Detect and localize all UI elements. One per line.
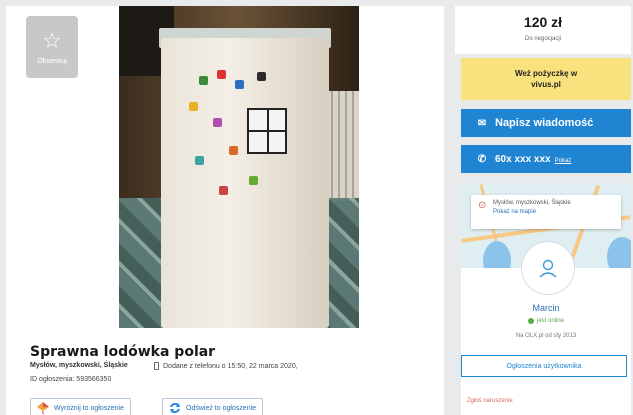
report-link[interactable]: Zgłoś naruszenie <box>467 398 513 404</box>
refresh-button[interactable]: Odśwież to ogłoszenie <box>162 398 264 415</box>
favorite-label: Obserwuj <box>37 57 67 65</box>
send-message-button[interactable]: ✉ Napisz wiadomość <box>461 109 631 137</box>
price-card: 120 zł Do negocjacji <box>455 6 631 54</box>
online-dot-icon <box>527 318 534 324</box>
loan-banner[interactable]: Weź pożyczkę w vivus.pl <box>461 58 631 100</box>
photo-magnet <box>195 156 204 165</box>
loan-line1: Weź pożyczkę w <box>514 69 578 78</box>
refresh-icon <box>170 403 180 413</box>
map-location-text: Mysłów, myszkowski, Śląskie <box>493 200 571 206</box>
phone-masked: 60x xxx xxx <box>495 153 551 165</box>
promote-label: Wyróżnij to ogłoszenie <box>54 404 124 412</box>
seller-status-text: jest online <box>536 318 565 324</box>
phone-icon: ✆ <box>477 153 487 165</box>
location-pin-icon: ⊙ <box>478 200 487 211</box>
seller-online-status: jest online <box>461 318 631 324</box>
listing-photo[interactable] <box>119 6 359 328</box>
seller-name[interactable]: Marcin <box>461 303 631 313</box>
kite-icon <box>37 402 49 414</box>
listing-added-text: Dodane z telefonu o 15:50, 22 marca 2020… <box>163 362 298 370</box>
photo-magnet <box>249 176 258 185</box>
photo-magnet <box>229 146 238 155</box>
page: ☆ Obserwuj Sprawna lodówka polar Mysłów,… <box>0 0 633 415</box>
listing-location: Mysłów, myszkowski, Śląskie <box>30 362 128 369</box>
photo-magnet <box>257 72 266 81</box>
envelope-icon: ✉ <box>477 117 487 129</box>
map-water <box>483 241 511 268</box>
listing-card: ☆ Obserwuj Sprawna lodówka polar Mysłów,… <box>6 6 444 415</box>
seller-card: ⊙ Mysłów, myszkowski, Śląskie Pokaż na m… <box>461 183 631 415</box>
refresh-label: Odśwież to ogłoszenie <box>186 404 257 412</box>
listing-added: Dodane z telefonu o 15:50, 22 marca 2020… <box>154 362 298 370</box>
loan-line2: vivus.pl <box>531 80 561 89</box>
photo-magnet <box>189 102 198 111</box>
photo-magnet <box>217 70 226 79</box>
seller-since: Na OLX.pl od sty 2013 <box>515 333 577 339</box>
mobile-phone-icon <box>154 362 159 370</box>
listing-id: ID ogłoszenia: 593566350 <box>30 376 112 383</box>
show-on-map-link[interactable]: Pokaż na mapie <box>493 208 617 217</box>
map-water <box>607 237 631 268</box>
star-icon: ☆ <box>42 27 62 53</box>
photo-magnet-grid <box>247 108 287 154</box>
price-amount: 120 zł <box>523 14 563 30</box>
photo-fridge <box>161 38 329 328</box>
listing-title: Sprawna lodówka polar <box>30 344 216 360</box>
favorite-button[interactable]: ☆ Obserwuj <box>26 16 78 78</box>
avatar[interactable] <box>521 241 575 295</box>
photo-magnet <box>213 118 222 127</box>
user-ads-button[interactable]: Ogłoszenia użytkownika <box>461 355 627 377</box>
promote-button[interactable]: Wyróżnij to ogłoszenie <box>30 398 131 415</box>
photo-magnet <box>199 76 208 85</box>
map-location-popup: ⊙ Mysłów, myszkowski, Śląskie Pokaż na m… <box>471 195 621 229</box>
user-icon <box>539 259 557 278</box>
photo-magnet <box>219 186 228 195</box>
send-message-label: Napisz wiadomość <box>495 117 594 129</box>
show-phone-link[interactable]: Pokaż <box>555 158 572 164</box>
price-negotiable: Do negocjacji <box>524 36 562 42</box>
show-phone-button[interactable]: ✆ 60x xxx xxx Pokaż <box>461 145 631 173</box>
photo-magnet <box>235 80 244 89</box>
